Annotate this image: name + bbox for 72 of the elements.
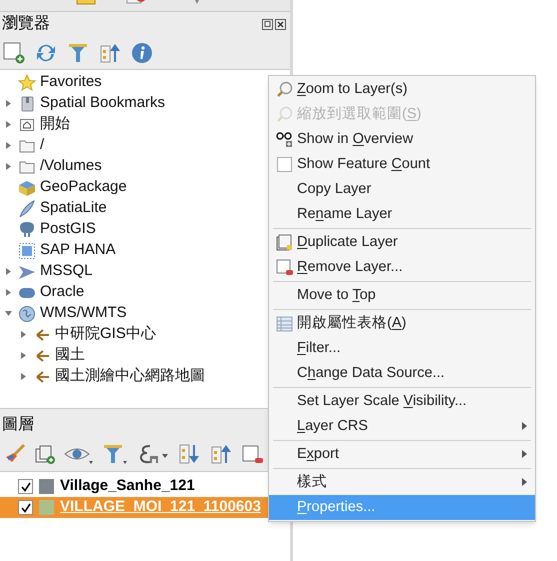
zoom-icon bbox=[276, 106, 292, 123]
filter-icon[interactable] bbox=[102, 442, 130, 464]
menu-item[interactable]: 開啟屬性表格(A) bbox=[269, 311, 535, 336]
expand-arrow-icon[interactable] bbox=[4, 268, 12, 275]
tree-item[interactable]: SAP HANA bbox=[40, 239, 116, 262]
remove-icon bbox=[276, 259, 292, 276]
tree-item[interactable]: SpatiaLite bbox=[40, 197, 107, 220]
menu-item[interactable]: Set Layer Scale Visibility... bbox=[269, 389, 535, 414]
layer-checkbox[interactable] bbox=[18, 500, 33, 515]
panel-title: 圖層 bbox=[2, 417, 34, 433]
feather-icon bbox=[18, 200, 36, 218]
menu-item[interactable]: Filter... bbox=[269, 336, 535, 361]
expand-arrow-icon[interactable] bbox=[4, 142, 12, 149]
expand-arrow-icon[interactable] bbox=[20, 331, 26, 338]
submenu-arrow-icon bbox=[522, 422, 527, 430]
menu-item[interactable]: Copy Layer bbox=[269, 177, 535, 202]
duplicate-icon bbox=[276, 234, 292, 251]
tree-item[interactable]: Favorites bbox=[40, 71, 102, 94]
square-icon bbox=[18, 242, 36, 260]
menu-item[interactable]: Show in Overview bbox=[269, 127, 535, 152]
menu-item[interactable]: Remove Layer... bbox=[269, 255, 535, 280]
menu-item[interactable]: Layer CRS bbox=[269, 414, 535, 439]
paintbrush-icon[interactable] bbox=[4, 442, 26, 464]
expand-arrow-icon[interactable] bbox=[20, 352, 26, 359]
add-group-icon[interactable] bbox=[34, 442, 56, 464]
float-icon[interactable] bbox=[262, 18, 273, 30]
zoom-icon bbox=[276, 81, 292, 98]
menu-item[interactable]: Show Feature Count bbox=[269, 152, 535, 177]
submenu-arrow-icon bbox=[522, 478, 527, 486]
star-icon bbox=[18, 74, 36, 92]
expression-filter-icon[interactable] bbox=[138, 442, 170, 464]
menu-item[interactable]: Export bbox=[269, 442, 535, 467]
menu-item[interactable]: Duplicate Layer bbox=[269, 230, 535, 255]
tree-item[interactable]: PostGIS bbox=[40, 218, 96, 241]
glasses-icon bbox=[276, 131, 292, 148]
menu-item[interactable]: Move to Top bbox=[269, 283, 535, 308]
collapse-icon[interactable] bbox=[99, 42, 121, 64]
collapse-arrow-icon[interactable] bbox=[4, 310, 12, 317]
table-icon bbox=[276, 315, 292, 332]
collapse-all-icon[interactable] bbox=[210, 442, 234, 464]
menu-item[interactable]: Change Data Source... bbox=[269, 361, 535, 386]
tree-item[interactable]: / bbox=[40, 134, 44, 157]
tree-item[interactable]: MSSQL bbox=[40, 260, 93, 283]
globe-icon bbox=[18, 304, 36, 322]
tree-item[interactable]: 中研院GIS中心 bbox=[55, 323, 156, 346]
tree-item[interactable]: GeoPackage bbox=[40, 176, 127, 199]
panel-title: 瀏覽器 bbox=[2, 16, 50, 32]
expand-arrow-icon[interactable] bbox=[4, 100, 12, 107]
layer-name[interactable]: Village_Sanhe_121 bbox=[60, 475, 195, 498]
tree-item[interactable]: Spatial Bookmarks bbox=[40, 92, 166, 115]
tree-item[interactable]: 國土測繪中心網路地圖 bbox=[55, 365, 205, 388]
menu-item[interactable]: Zoom to Layer(s) bbox=[269, 77, 535, 102]
tree-item[interactable]: Oracle bbox=[40, 281, 84, 304]
tree-item[interactable]: 開始 bbox=[40, 113, 70, 136]
close-icon[interactable] bbox=[275, 18, 286, 30]
expand-arrow-icon[interactable] bbox=[20, 373, 26, 380]
layer-checkbox[interactable] bbox=[18, 479, 33, 494]
remove-layer-icon[interactable] bbox=[242, 442, 264, 464]
tree-item[interactable]: /Volumes bbox=[40, 155, 102, 178]
submenu-arrow-icon bbox=[522, 450, 527, 458]
filter-icon[interactable] bbox=[67, 42, 89, 64]
expand-all-icon[interactable] bbox=[178, 442, 202, 464]
checkbox[interactable] bbox=[276, 157, 292, 172]
tree-item[interactable]: 國土 bbox=[55, 344, 85, 367]
expand-arrow-icon[interactable] bbox=[4, 163, 12, 170]
add-layer-icon[interactable] bbox=[3, 42, 25, 64]
tree-item[interactable]: WMS/WMTS bbox=[40, 302, 127, 325]
menu-item[interactable]: Rename Layer bbox=[269, 202, 535, 227]
expand-arrow-icon[interactable] bbox=[4, 289, 12, 296]
package-icon bbox=[18, 178, 36, 196]
info-icon[interactable] bbox=[131, 42, 153, 64]
expand-arrow-icon[interactable] bbox=[4, 121, 12, 128]
